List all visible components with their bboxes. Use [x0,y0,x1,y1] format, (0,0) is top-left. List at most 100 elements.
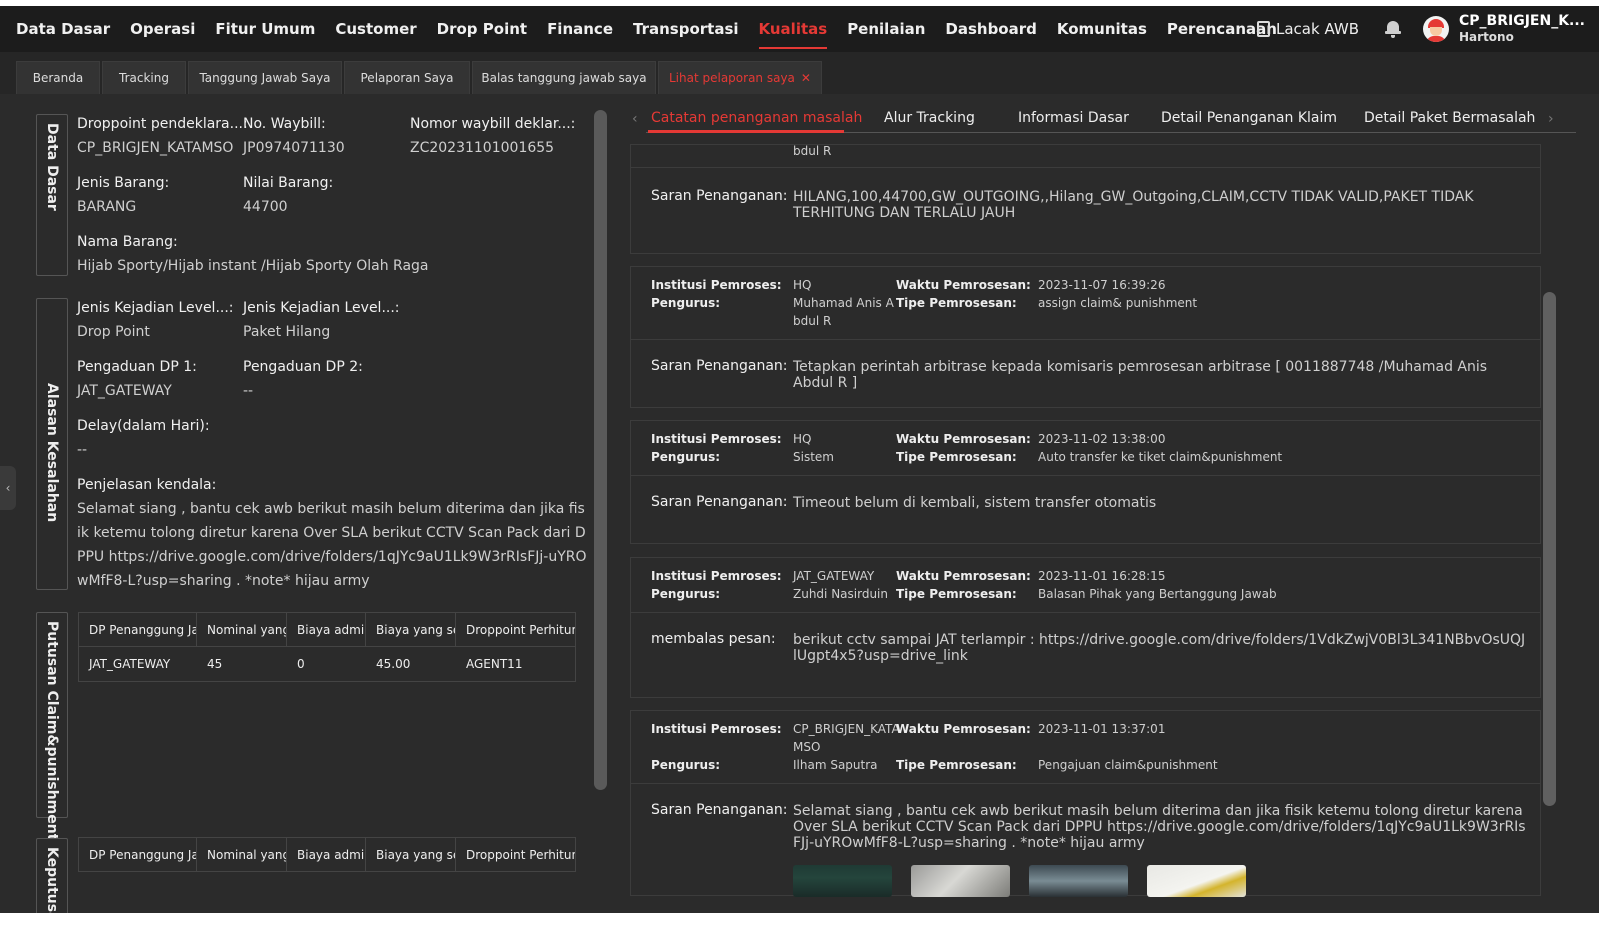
field-label: Nilai Barang: [243,175,334,191]
chevron-left-icon[interactable]: ‹ [632,111,638,127]
table-header-cell: Droppoint Perhitun [466,622,575,637]
tab-tanggung-jawab-saya[interactable]: Tanggung Jawab Saya [188,61,342,94]
tab-beranda[interactable]: Beranda [16,61,100,94]
field-value: BARANG [77,199,137,215]
table-cell: 45.00 [376,657,411,671]
saran-label: Saran Penanganan: [651,802,788,818]
attachment-image[interactable] [1029,865,1128,897]
institusi-value-cont: MSO [793,740,821,754]
field-kejadian-1: Jenis Kejadian Level...: Drop Point [77,296,234,344]
pengurus-value: Muhamad Anis A [793,296,894,310]
bottom-strip [0,913,1599,930]
field-jenis-barang: Jenis Barang: BARANG [77,171,169,219]
tab-informasi-dasar[interactable]: Informasi Dasar [1018,110,1129,126]
tab-tracking[interactable]: Tracking [102,61,186,94]
field-label: Pengaduan DP 2: [243,359,363,375]
tipe-label: Tipe Pemrosesan: [896,758,1017,772]
section-putusan[interactable]: Putusan Claim&punishment [36,612,68,840]
menu-drop-point[interactable]: Drop Point [437,6,527,52]
avatar[interactable] [1423,16,1450,42]
tipe-label: Tipe Pemrosesan: [896,450,1017,464]
saran-label: Saran Penanganan: [651,188,788,204]
right-scrollbar[interactable] [1543,292,1556,806]
menu-kualitas[interactable]: Kualitas [758,6,827,52]
waktu-label: Waktu Pemrosesan: [896,432,1031,446]
menu-transportasi[interactable]: Transportasi [633,6,739,52]
collapse-left-button[interactable]: ‹ [0,466,16,510]
attachment-image[interactable] [1147,865,1246,897]
field-pengaduan-2: Pengaduan DP 2: -- [243,355,363,403]
field-label: Jenis Kejadian Level...: [243,300,400,316]
section-data-dasar[interactable]: Data Dasar [36,114,68,276]
table-header-cell: Droppoint Perhitun [466,847,575,862]
field-value: ZC20231101001655 [410,140,555,156]
menu-data-dasar[interactable]: Data Dasar [16,6,110,52]
menu-komunitas[interactable]: Komunitas [1057,6,1147,52]
menu-fitur-umum[interactable]: Fitur Umum [215,6,315,52]
field-value: 44700 [243,199,288,215]
tipe-label: Tipe Pemrosesan: [896,587,1017,601]
balas-value: berikut cctv sampai JAT terlampir : http… [793,632,1526,664]
waktu-value: 2023-11-01 13:37:01 [1038,722,1166,736]
main-menu: Data Dasar Operasi Fitur Umum Customer D… [0,6,1297,52]
chevron-right-icon[interactable]: › [1548,111,1554,127]
tab-detail-paket[interactable]: Detail Paket Bermasalah [1364,110,1535,126]
bell-icon[interactable] [1385,20,1402,38]
field-penjelasan: Penjelasan kendala: [77,473,216,497]
tab-label: Balas tanggung jawab saya [481,71,647,85]
table-row[interactable]: JAT_GATEWAY 45 0 45.00 AGENT11 [79,647,575,681]
field-label: Nomor waybill deklar...: [410,116,576,132]
institusi-label: Institusi Pemroses: [651,722,782,736]
tab-balas-tanggung-jawab[interactable]: Balas tanggung jawab saya [472,61,656,94]
attachment-image[interactable] [911,865,1010,897]
field-value: -- [77,442,88,458]
active-tab-indicator [648,130,844,133]
field-value: Drop Point [77,324,150,340]
menu-penilaian[interactable]: Penilaian [847,6,925,52]
section-alasan-kesalahan[interactable]: Alasan Kesalahan [36,298,68,590]
field-waybill: No. Waybill: JP0974071130 [243,112,345,160]
saran-value: Selamat siang , bantu cek awb berikut ma… [793,803,1526,851]
lacak-awb-button[interactable]: Lacak AWB [1257,20,1359,38]
page-tabs: Beranda Tracking Tanggung Jawab Saya Pel… [0,52,1599,94]
log-meta: bdul R [631,144,1540,168]
tab-alur-tracking[interactable]: Alur Tracking [884,110,975,126]
field-label: Penjelasan kendala: [77,477,217,493]
waktu-value: 2023-11-07 16:39:26 [1038,278,1166,292]
section-label: Data Dasar [44,123,60,211]
right-detail-panel: ‹ Catatan penanganan masalah Alur Tracki… [618,96,1599,930]
tab-label: Beranda [32,71,84,85]
tipe-value: Balasan Pihak yang Bertanggung Jawab [1038,587,1277,601]
waktu-value: 2023-11-01 16:28:15 [1038,569,1166,583]
tab-lihat-pelaporan-saya[interactable]: Lihat pelaporan saya ✕ [658,61,822,94]
header-tools: Lacak AWB CP_BRIGJEN_K... Hartono [1257,6,1585,52]
tab-detail-klaim[interactable]: Detail Penanganan Klaim [1161,110,1337,126]
menu-finance[interactable]: Finance [547,6,613,52]
table-header-cell: Biaya yang sel [366,838,456,871]
menu-customer[interactable]: Customer [335,6,416,52]
institusi-value: HQ [793,278,812,292]
tab-catatan-penanganan[interactable]: Catatan penanganan masalah [651,110,862,126]
field-value: -- [243,383,254,399]
close-icon[interactable]: ✕ [801,71,811,85]
field-value: Hijab Sporty/Hijab instant /Hijab Sporty… [77,258,429,274]
tab-label: Tracking [119,71,169,85]
menu-operasi[interactable]: Operasi [130,6,195,52]
field-value: JAT_GATEWAY [77,383,172,399]
saran-value: Tetapkan perintah arbitrase kepada komis… [793,359,1488,391]
left-scrollbar[interactable] [594,110,607,790]
field-value: CP_BRIGJEN_KATAMSO [77,140,234,156]
field-kejadian-2: Jenis Kejadian Level...: Paket Hilang [243,296,400,344]
tipe-value: assign claim& punishment [1038,296,1198,310]
attachment-thumbnails [793,865,1265,897]
menu-dashboard[interactable]: Dashboard [945,6,1036,52]
pengurus-label: Pengurus: [651,758,721,772]
pengurus-value: Ilham Saputra [793,758,878,772]
field-nomor-waybill: Nomor waybill deklar...: ZC20231101001655 [410,112,575,160]
tab-pelaporan-saya[interactable]: Pelaporan Saya [344,61,470,94]
table-header-cell: Biaya admin [287,613,366,646]
section-label: Putusan Claim&punishment [44,621,60,841]
attachment-image[interactable] [793,865,892,897]
user-info[interactable]: CP_BRIGJEN_K... Hartono [1459,13,1585,45]
field-value: Paket Hilang [243,324,331,340]
